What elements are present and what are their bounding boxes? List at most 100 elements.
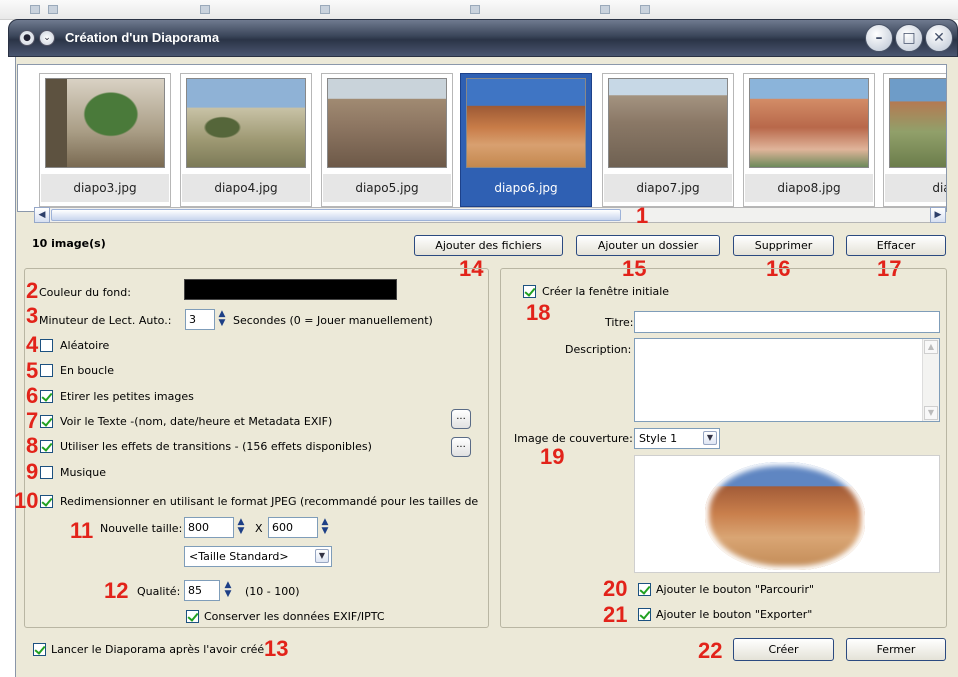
scroll-left-icon[interactable]: ◀ — [34, 207, 50, 223]
cover-style-value: Style 1 — [639, 432, 678, 445]
cover-style-select[interactable]: Style 1 ▼ — [634, 428, 720, 449]
description-textarea[interactable]: ▲ ▼ — [634, 338, 940, 422]
bg-color-label: Couleur du fond: — [39, 286, 131, 299]
thumbnail-item[interactable]: diapo — [883, 73, 946, 207]
chevron-down-icon[interactable]: ▼ — [703, 431, 717, 445]
launch-after-create-checkbox[interactable] — [33, 643, 46, 656]
thumbnail-strip[interactable]: diapo3.jpg diapo4.jpg diapo5.jpg diapo6.… — [17, 64, 947, 212]
stretch-images-label: Etirer les petites images — [60, 390, 194, 403]
callout-21: 21 — [603, 602, 628, 627]
minimize-icon[interactable]: – — [865, 24, 893, 52]
scroll-up-icon[interactable]: ▲ — [924, 340, 938, 354]
photo-thumbnail — [466, 78, 586, 168]
timer-unit-label: Secondes (0 = Jouer manuellement) — [233, 314, 433, 327]
create-window-label: Créer la fenêtre initiale — [542, 285, 670, 298]
description-label: Description: — [565, 343, 632, 356]
size-separator: X — [255, 522, 263, 535]
photo-thumbnail — [749, 78, 869, 168]
loop-checkbox[interactable] — [40, 364, 53, 377]
scroll-down-icon[interactable]: ▼ — [924, 406, 938, 420]
chevron-down-icon[interactable]: ▼ — [315, 549, 329, 563]
thumbnail-item[interactable]: diapo5.jpg — [321, 73, 453, 207]
show-text-checkbox[interactable] — [40, 415, 53, 428]
callout-19: 19 — [540, 444, 565, 469]
keep-exif-checkbox[interactable] — [186, 610, 199, 623]
photo-thumbnail — [186, 78, 306, 168]
thumbnail-item[interactable]: diapo7.jpg — [602, 73, 734, 207]
photo-thumbnail — [327, 78, 447, 168]
height-spinner-icon[interactable]: ▲ ▼ — [318, 518, 332, 536]
transitions-label: Utiliser les effets de transitions - (15… — [60, 440, 372, 453]
thumbnail-item[interactable]: diapo4.jpg — [180, 73, 312, 207]
thumbnail-label: diapo3.jpg — [41, 174, 169, 202]
thumbnail-label: diapo5.jpg — [323, 174, 451, 202]
thumbnail-item[interactable]: diapo8.jpg — [743, 73, 875, 207]
photo-thumbnail — [45, 78, 165, 168]
callout-18: 18 — [526, 300, 551, 325]
callout-11: 11 — [70, 518, 94, 543]
height-input[interactable]: 600 — [268, 517, 318, 538]
scroll-right-icon[interactable]: ▶ — [930, 207, 946, 223]
callout-10: 10 — [14, 488, 39, 513]
music-checkbox[interactable] — [40, 466, 53, 479]
cover-image-label: Image de couverture: — [514, 432, 633, 445]
thumbnail-item-selected[interactable]: diapo6.jpg — [460, 73, 592, 207]
create-button[interactable]: Créer — [733, 638, 834, 661]
close-icon[interactable]: ✕ — [925, 24, 953, 52]
stretch-images-checkbox[interactable] — [40, 390, 53, 403]
callout-13: 13 — [264, 636, 289, 661]
title-bar[interactable]: ● ⌄ Création d'un Diaporama – □ ✕ — [8, 19, 958, 57]
description-scrollbar[interactable]: ▲ ▼ — [922, 339, 939, 421]
export-button-label: Ajouter le bouton "Exporter" — [656, 608, 813, 621]
width-spinner-icon[interactable]: ▲ ▼ — [234, 518, 248, 536]
quality-input[interactable]: 85 — [184, 580, 220, 601]
export-button-checkbox[interactable] — [638, 608, 651, 621]
callout-1: 1 — [636, 203, 649, 228]
browse-button-label: Ajouter le bouton "Parcourir" — [656, 583, 815, 596]
show-text-label: Voir le Texte -(nom, date/heure et Metad… — [60, 415, 333, 428]
loop-label: En boucle — [60, 364, 114, 377]
delete-button[interactable]: Supprimer — [733, 235, 834, 256]
callout-7: 7 — [26, 408, 39, 433]
resize-label: Redimensionner en utilisant le format JP… — [60, 495, 479, 508]
photo-thumbnail — [889, 78, 946, 168]
size-preset-select[interactable]: <Taille Standard> ▼ — [184, 546, 332, 567]
bg-color-swatch[interactable] — [184, 279, 397, 300]
add-folder-button[interactable]: Ajouter un dossier — [576, 235, 720, 256]
horizontal-scrollbar[interactable]: ◀ ▶ — [34, 207, 946, 223]
background-toolbar — [0, 0, 958, 20]
title-input[interactable] — [634, 311, 940, 333]
title-label: Titre: — [605, 316, 634, 329]
transitions-checkbox[interactable] — [40, 440, 53, 453]
quality-spinner-icon[interactable]: ▲ ▼ — [221, 581, 235, 599]
close-button[interactable]: Fermer — [846, 638, 946, 661]
cover-preview-image — [705, 462, 865, 570]
size-preset-value: <Taille Standard> — [189, 550, 289, 563]
clear-button[interactable]: Effacer — [846, 235, 946, 256]
add-files-button[interactable]: Ajouter des fichiers — [414, 235, 563, 256]
rollup-icon[interactable]: ⌄ — [39, 30, 55, 46]
music-label: Musique — [60, 466, 106, 479]
keep-exif-label: Conserver les données EXIF/IPTC — [204, 610, 385, 623]
thumbnail-label: diapo4.jpg — [182, 174, 310, 202]
callout-20: 20 — [603, 576, 628, 601]
timer-spinner-icon[interactable]: ▲ ▼ — [215, 310, 229, 328]
maximize-icon[interactable]: □ — [895, 24, 923, 52]
create-window-checkbox[interactable] — [523, 285, 536, 298]
timer-input[interactable]: 3 — [185, 309, 215, 330]
random-checkbox[interactable] — [40, 339, 53, 352]
transitions-options-button[interactable]: ... — [451, 437, 471, 457]
width-input[interactable]: 800 — [184, 517, 234, 538]
callout-12: 12 — [104, 578, 129, 603]
text-options-button[interactable]: ... — [451, 409, 471, 429]
thumbnail-label: diapo8.jpg — [745, 174, 873, 202]
thumbnail-item[interactable]: diapo3.jpg — [39, 73, 171, 207]
resize-checkbox[interactable] — [40, 495, 53, 508]
browse-button-checkbox[interactable] — [638, 583, 651, 596]
scrollbar-thumb[interactable] — [51, 209, 621, 221]
thumbnail-label: diapo6.jpg — [462, 174, 590, 202]
system-menu-icon[interactable]: ● — [19, 30, 35, 46]
quality-range-label: (10 - 100) — [245, 585, 300, 598]
image-count: 10 image(s) — [32, 237, 106, 250]
thumbnail-label: diapo — [885, 174, 946, 202]
